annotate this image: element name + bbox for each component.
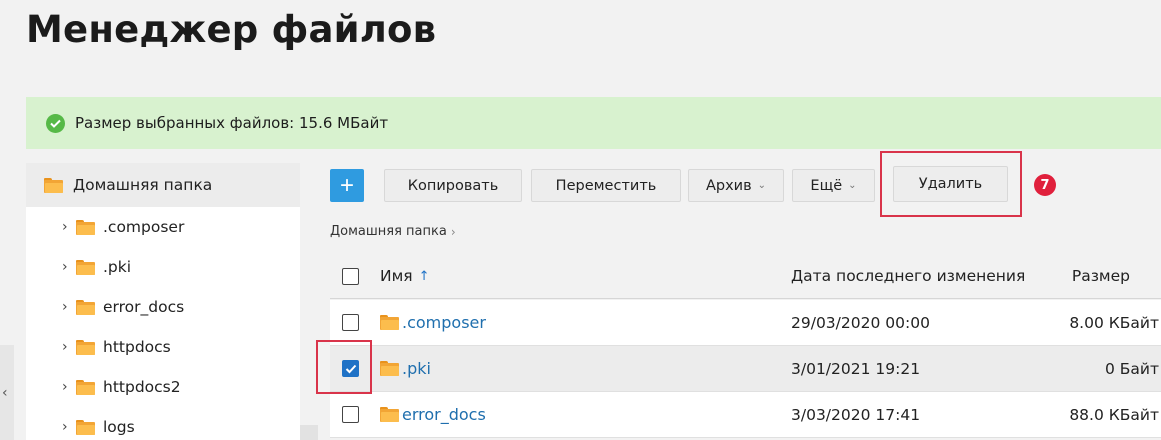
archive-dropdown[interactable]: Архив ⌄ — [688, 169, 784, 202]
chevron-right-icon[interactable]: › — [62, 379, 76, 395]
step-badge: 7 — [1034, 174, 1056, 196]
modified-date: 29/03/2020 00:00 — [791, 313, 930, 332]
add-button[interactable]: + — [330, 169, 364, 202]
tree-item-label: logs — [103, 418, 135, 436]
folder-tree: Домашняя папка › .composer › .pki › erro… — [26, 163, 300, 440]
column-header-size[interactable]: Размер — [1072, 254, 1130, 298]
tree-item-error-docs[interactable]: › error_docs — [26, 287, 300, 327]
column-header-name[interactable]: Имя ↑ — [380, 254, 430, 298]
file-size: 88.0 КБайт — [1069, 405, 1159, 424]
folder-icon — [76, 379, 95, 395]
folder-icon — [76, 219, 95, 235]
breadcrumb: Домашняя папка › — [330, 224, 456, 239]
tree-item-label: .pki — [103, 258, 132, 276]
row-checkbox[interactable] — [342, 314, 359, 331]
chevron-right-icon: › — [450, 224, 456, 239]
table-row[interactable]: .pki 3/01/2021 19:21 0 Байт — [330, 346, 1161, 392]
tree-scrollbar[interactable] — [300, 425, 318, 440]
chevron-left-icon[interactable]: ‹ — [2, 385, 8, 401]
chevron-right-icon[interactable]: › — [62, 259, 76, 275]
folder-icon — [76, 299, 95, 315]
column-header-date-label: Дата последнего изменения — [791, 267, 1026, 285]
tree-item-pki[interactable]: › .pki — [26, 247, 300, 287]
column-header-date[interactable]: Дата последнего изменения — [791, 254, 1025, 298]
more-dropdown-label: Ещё — [810, 177, 843, 194]
page-title: Менеджер файлов — [26, 8, 437, 51]
select-all-checkbox[interactable] — [342, 267, 359, 285]
chevron-down-icon: ⌄ — [848, 180, 857, 191]
file-name-link[interactable]: .composer — [402, 313, 486, 332]
check-circle-icon — [46, 113, 65, 133]
banner-message: Размер выбранных файлов: 15.6 МБайт — [75, 114, 389, 132]
chevron-right-icon[interactable]: › — [62, 299, 76, 315]
tree-item-composer[interactable]: › .composer — [26, 207, 300, 247]
table-header: Имя ↑ Дата последнего изменения Размер — [330, 254, 1161, 299]
table-row[interactable]: .composer 29/03/2020 00:00 8.00 КБайт — [330, 300, 1161, 346]
modified-date: 3/03/2020 17:41 — [791, 405, 921, 424]
column-header-size-label: Размер — [1071, 267, 1130, 285]
folder-icon — [380, 407, 399, 422]
more-dropdown[interactable]: Ещё ⌄ — [792, 169, 875, 202]
checkbox-highlight — [316, 340, 372, 394]
tree-item-home[interactable]: Домашняя папка — [26, 163, 300, 207]
success-banner: Размер выбранных файлов: 15.6 МБайт — [26, 97, 1161, 149]
tree-item-httpdocs[interactable]: › httpdocs — [26, 327, 300, 367]
tree-item-httpdocs2[interactable]: › httpdocs2 — [26, 367, 300, 407]
folder-icon — [76, 339, 95, 355]
sort-ascending-icon: ↑ — [418, 268, 430, 284]
chevron-right-icon[interactable]: › — [62, 419, 76, 435]
breadcrumb-item-home[interactable]: Домашняя папка — [330, 224, 447, 239]
folder-icon — [76, 419, 95, 435]
chevron-right-icon[interactable]: › — [62, 339, 76, 355]
modified-date: 3/01/2021 19:21 — [791, 359, 921, 378]
file-name-link[interactable]: .pki — [402, 359, 431, 378]
copy-button[interactable]: Копировать — [384, 169, 522, 202]
chevron-right-icon[interactable]: › — [62, 219, 76, 235]
table-row[interactable]: error_docs 3/03/2020 17:41 88.0 КБайт — [330, 392, 1161, 438]
tree-item-label: .composer — [103, 218, 185, 236]
folder-icon — [76, 259, 95, 275]
tree-item-label: httpdocs2 — [103, 378, 181, 396]
file-name-link[interactable]: error_docs — [402, 405, 486, 424]
tree-item-logs[interactable]: › logs — [26, 407, 300, 440]
copy-button-label: Копировать — [407, 177, 499, 194]
tree-item-label: error_docs — [103, 298, 185, 316]
chevron-down-icon: ⌄ — [757, 180, 767, 191]
tree-item-label: Домашняя папка — [73, 176, 213, 194]
move-button-label: Переместить — [555, 177, 657, 194]
file-size: 0 Байт — [1104, 359, 1159, 378]
archive-dropdown-label: Архив — [705, 177, 752, 194]
row-checkbox[interactable] — [342, 406, 359, 423]
folder-icon — [44, 177, 63, 193]
file-size: 8.00 КБайт — [1069, 313, 1159, 332]
delete-button-highlight — [880, 151, 1022, 217]
move-button[interactable]: Переместить — [531, 169, 681, 202]
folder-icon — [380, 361, 399, 376]
tree-item-label: httpdocs — [103, 338, 171, 356]
folder-icon — [380, 315, 399, 330]
column-header-name-label: Имя — [380, 267, 413, 285]
